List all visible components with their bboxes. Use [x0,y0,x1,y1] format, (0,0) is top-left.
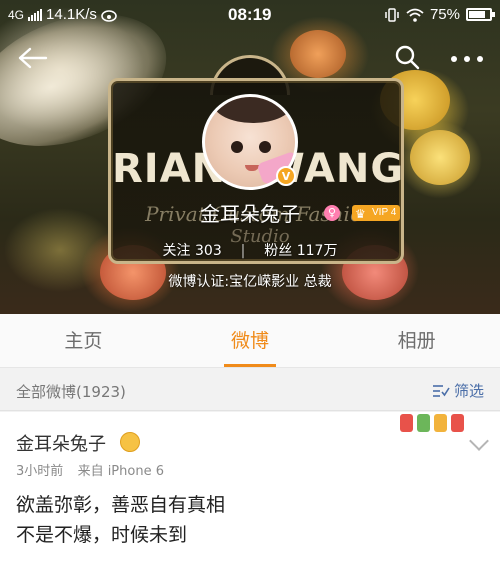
verification-text: 微博认证:宝亿嵘影业 总裁 [168,274,332,290]
vibrate-icon [385,7,399,22]
avatar-eye [231,141,243,153]
post-card[interactable]: 金耳朵兔子 3小时前 来自 iPhone 6 欲盖弥彰，善恶自有真相 不是不爆，… [0,412,500,575]
follow-stats: 关注 303 | 粉丝 117万 [0,240,500,260]
clock: 08:19 [228,5,272,24]
filter-label: 筛选 [453,382,484,400]
profile-name: 金耳朵兔子 [200,202,300,226]
all-posts-count: 全部微博(1923) [16,383,126,401]
follow-count[interactable]: 303 [195,243,222,259]
status-bar: 4G 14.1K/s 08:19 75% [0,0,500,30]
post-meta: 3小时前 来自 iPhone 6 [16,460,164,479]
network-speed: 14.1K/s [46,6,97,23]
profile-tabs: 主页 微博 相册 [0,314,500,368]
female-icon: ♀ [324,205,340,221]
weibo-icon [101,9,117,22]
back-arrow-icon[interactable] [16,46,48,70]
network-type: 4G [8,7,25,22]
wifi-icon [406,8,424,22]
avatar-hair [213,97,293,123]
search-icon[interactable] [394,44,420,70]
verified-badge-icon: V [276,166,296,186]
follow-label[interactable]: 关注 [163,243,191,259]
filter-icon [432,384,450,397]
filter-bar: 全部微博(1923) 筛选 [0,369,500,411]
post-time: 3小时前 [16,464,64,479]
post-card-decoration [400,414,464,432]
fans-count[interactable]: 117万 [297,243,338,259]
tab-album[interactable]: 相册 [333,314,500,367]
fans-label[interactable]: 粉丝 [264,243,292,259]
chevron-down-icon[interactable] [469,431,489,451]
stats-divider: | [240,243,246,259]
member-emoji-icon [120,432,140,452]
post-author[interactable]: 金耳朵兔子 [16,430,106,456]
avatar-eye [259,141,271,153]
flower-decoration [410,130,470,185]
tab-weibo[interactable]: 微博 [167,314,334,367]
post-text-line: 欲盖弥彰，善恶自有真相 [16,494,226,516]
more-icon[interactable] [450,55,484,63]
signal-icon [28,8,43,21]
post-text-line: 不是不爆，时候未到 [16,524,188,546]
flower-decoration [290,30,346,78]
battery-percent: 75% [429,6,460,23]
tab-home[interactable]: 主页 [0,314,167,367]
crown-icon: ♛ [355,207,366,221]
vip-label: VIP 4 [372,207,397,218]
vip-badge[interactable]: ♛ VIP 4 [352,205,401,221]
post-source: 来自 iPhone 6 [77,464,164,479]
battery-icon [466,8,495,21]
filter-button[interactable]: 筛选 [432,380,484,401]
